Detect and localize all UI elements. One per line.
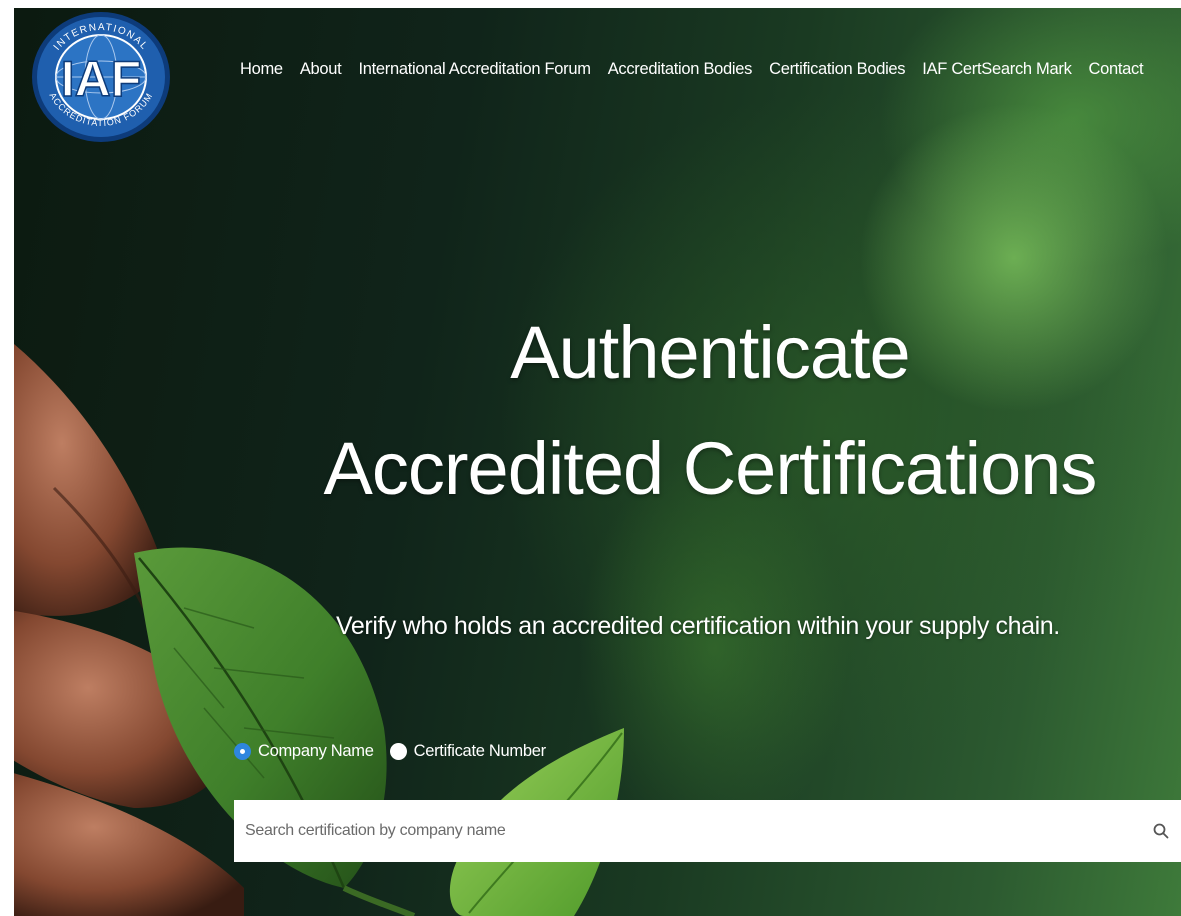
search-bar xyxy=(234,800,1181,862)
search-input[interactable] xyxy=(234,800,1141,862)
nav-iaf-certsearch-mark[interactable]: IAF CertSearch Mark xyxy=(922,60,1072,79)
nav-accreditation-bodies[interactable]: Accreditation Bodies xyxy=(608,60,753,79)
radio-company-name[interactable]: Company Name xyxy=(234,742,374,761)
radio-company-name-label: Company Name xyxy=(258,742,374,760)
nav-home[interactable]: Home xyxy=(240,60,283,79)
main-nav: Home About International Accreditation F… xyxy=(240,60,1144,79)
radio-certificate-number-label: Certificate Number xyxy=(413,742,546,760)
nav-about[interactable]: About xyxy=(300,60,342,79)
radio-certificate-number[interactable]: Certificate Number xyxy=(389,742,546,761)
nav-contact[interactable]: Contact xyxy=(1089,60,1144,79)
logo-center-text: IAF xyxy=(61,51,142,107)
iaf-logo[interactable]: INTERNATIONAL ACCREDITATION FORUM IAF xyxy=(30,10,172,144)
radio-checked-icon[interactable] xyxy=(234,743,251,760)
radio-unchecked-icon[interactable] xyxy=(389,743,407,760)
search-icon xyxy=(1153,823,1169,839)
hero-subtitle: Verify who holds an accredited certifica… xyxy=(336,612,1060,640)
headline-line-2: Accredited Certifications xyxy=(323,427,1098,510)
nav-certification-bodies[interactable]: Certification Bodies xyxy=(769,60,905,79)
page: INTERNATIONAL ACCREDITATION FORUM IAF Ho… xyxy=(0,0,1181,916)
search-mode-radios: Company Name Certificate Number xyxy=(234,742,546,761)
hero-headline: Authenticate Accredited Certifications xyxy=(320,295,1100,527)
headline-line-1: Authenticate xyxy=(510,311,910,394)
iaf-logo-emblem: INTERNATIONAL ACCREDITATION FORUM IAF xyxy=(32,12,170,142)
search-button[interactable] xyxy=(1141,800,1181,862)
nav-international-accreditation-forum[interactable]: International Accreditation Forum xyxy=(358,60,591,79)
